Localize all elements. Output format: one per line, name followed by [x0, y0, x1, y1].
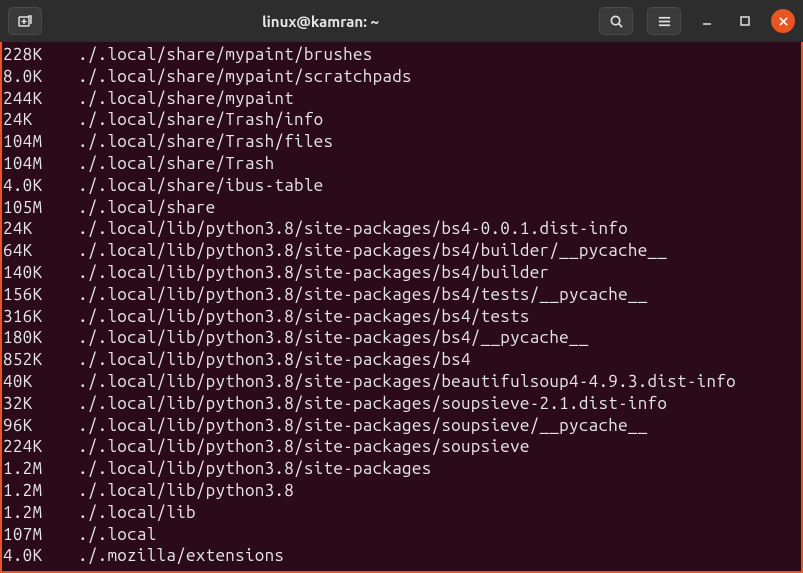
menu-button[interactable] — [647, 7, 681, 35]
maximize-button[interactable] — [733, 9, 757, 33]
output-line: 104M./.local/share/Trash/files — [3, 131, 801, 153]
output-line: 24K./.local/share/Trash/info — [3, 109, 801, 131]
size-value: 104M — [3, 153, 78, 175]
size-value: 64K — [3, 240, 78, 262]
output-line: 228K./.local/share/mypaint/brushes — [3, 44, 801, 66]
path-value: ./.local/share/mypaint — [78, 88, 294, 110]
size-value: 104M — [3, 131, 78, 153]
path-value: ./.local/lib/python3.8/site-packages/bs4… — [78, 284, 648, 306]
terminal-output[interactable]: 228K./.local/share/mypaint/brushes8.0K./… — [0, 42, 803, 573]
output-line: 24K./.local/lib/python3.8/site-packages/… — [3, 218, 801, 240]
output-line: 1.2M./.local/lib — [3, 502, 801, 524]
path-value: ./.local/lib/python3.8/site-packages/bs4… — [78, 240, 667, 262]
path-value: ./.local/lib/python3.8/site-packages/bs4… — [78, 306, 530, 328]
size-value: 107M — [3, 524, 78, 546]
close-icon — [778, 16, 789, 27]
size-value: 852K — [3, 349, 78, 371]
size-value: 24K — [3, 109, 78, 131]
path-value: ./.local/share/mypaint/brushes — [78, 44, 373, 66]
path-value: ./.local/lib/python3.8/site-packages/bs4… — [78, 218, 628, 240]
size-value: 316K — [3, 306, 78, 328]
path-value: ./.local/share/Trash/info — [78, 109, 324, 131]
path-value: ./.local/lib/python3.8 — [78, 480, 294, 502]
path-value: ./.local — [78, 524, 157, 546]
titlebar-controls — [599, 7, 795, 35]
output-line: 224K./.local/lib/python3.8/site-packages… — [3, 436, 801, 458]
size-value: 4.0K — [3, 175, 78, 197]
size-value: 156K — [3, 284, 78, 306]
minimize-button[interactable] — [695, 9, 719, 33]
minimize-icon — [701, 15, 713, 27]
output-line: 4.0K./.local/share/ibus-table — [3, 175, 801, 197]
path-value: ./.local/share/Trash — [78, 153, 274, 175]
path-value: ./.local/lib/python3.8/site-packages/bs4… — [78, 262, 549, 284]
size-value: 40K — [3, 371, 78, 393]
close-button[interactable] — [771, 9, 795, 33]
search-button[interactable] — [599, 7, 633, 35]
path-value: ./.local/lib/python3.8/site-packages/bs4… — [78, 327, 589, 349]
path-value: ./.local/lib — [78, 502, 196, 524]
size-value: 105M — [3, 197, 78, 219]
path-value: ./.local/share/ibus-table — [78, 175, 324, 197]
output-line: 107M./.local — [3, 524, 801, 546]
size-value: 1.2M — [3, 458, 78, 480]
search-icon — [609, 14, 624, 29]
output-line: 105M./.local/share — [3, 197, 801, 219]
output-line: 852K./.local/lib/python3.8/site-packages… — [3, 349, 801, 371]
output-line: 96K./.local/lib/python3.8/site-packages/… — [3, 415, 801, 437]
size-value: 224K — [3, 436, 78, 458]
size-value: 244K — [3, 88, 78, 110]
output-line: 156K./.local/lib/python3.8/site-packages… — [3, 284, 801, 306]
size-value: 8.0K — [3, 66, 78, 88]
new-tab-button[interactable] — [8, 7, 42, 35]
size-value: 140K — [3, 262, 78, 284]
maximize-icon — [739, 15, 751, 27]
size-value: 96K — [3, 415, 78, 437]
path-value: ./.local/lib/python3.8/site-packages — [78, 458, 432, 480]
output-line: 4.0K./.mozilla/extensions — [3, 545, 801, 567]
size-value: 32K — [3, 393, 78, 415]
path-value: ./.local/lib/python3.8/site-packages/bea… — [78, 371, 736, 393]
titlebar: linux@kamran: ~ — [0, 0, 803, 42]
output-line: 8.0K./.local/share/mypaint/scratchpads — [3, 66, 801, 88]
hamburger-icon — [657, 14, 672, 29]
new-tab-icon — [17, 13, 33, 29]
size-value: 1.2M — [3, 480, 78, 502]
path-value: ./.local/share — [78, 197, 215, 219]
size-value: 180K — [3, 327, 78, 349]
output-line: 64K./.local/lib/python3.8/site-packages/… — [3, 240, 801, 262]
output-line: 316K./.local/lib/python3.8/site-packages… — [3, 306, 801, 328]
output-line: 104M./.local/share/Trash — [3, 153, 801, 175]
path-value: ./.local/lib/python3.8/site-packages/bs4 — [78, 349, 471, 371]
size-value: 1.2M — [3, 502, 78, 524]
path-value: ./.local/share/Trash/files — [78, 131, 333, 153]
output-line: 32K./.local/lib/python3.8/site-packages/… — [3, 393, 801, 415]
size-value: 228K — [3, 44, 78, 66]
path-value: ./.local/share/mypaint/scratchpads — [78, 66, 412, 88]
output-line: 180K./.local/lib/python3.8/site-packages… — [3, 327, 801, 349]
path-value: ./.local/lib/python3.8/site-packages/sou… — [78, 415, 648, 437]
window-title: linux@kamran: ~ — [50, 13, 591, 30]
path-value: ./.mozilla/extensions — [78, 545, 284, 567]
output-line: 40K./.local/lib/python3.8/site-packages/… — [3, 371, 801, 393]
output-line: 140K./.local/lib/python3.8/site-packages… — [3, 262, 801, 284]
output-line: 1.2M./.local/lib/python3.8/site-packages — [3, 458, 801, 480]
output-line: 244K./.local/share/mypaint — [3, 88, 801, 110]
size-value: 4.0K — [3, 545, 78, 567]
path-value: ./.local/lib/python3.8/site-packages/sou… — [78, 436, 530, 458]
size-value: 24K — [3, 218, 78, 240]
path-value: ./.local/lib/python3.8/site-packages/sou… — [78, 393, 667, 415]
output-line: 1.2M./.local/lib/python3.8 — [3, 480, 801, 502]
